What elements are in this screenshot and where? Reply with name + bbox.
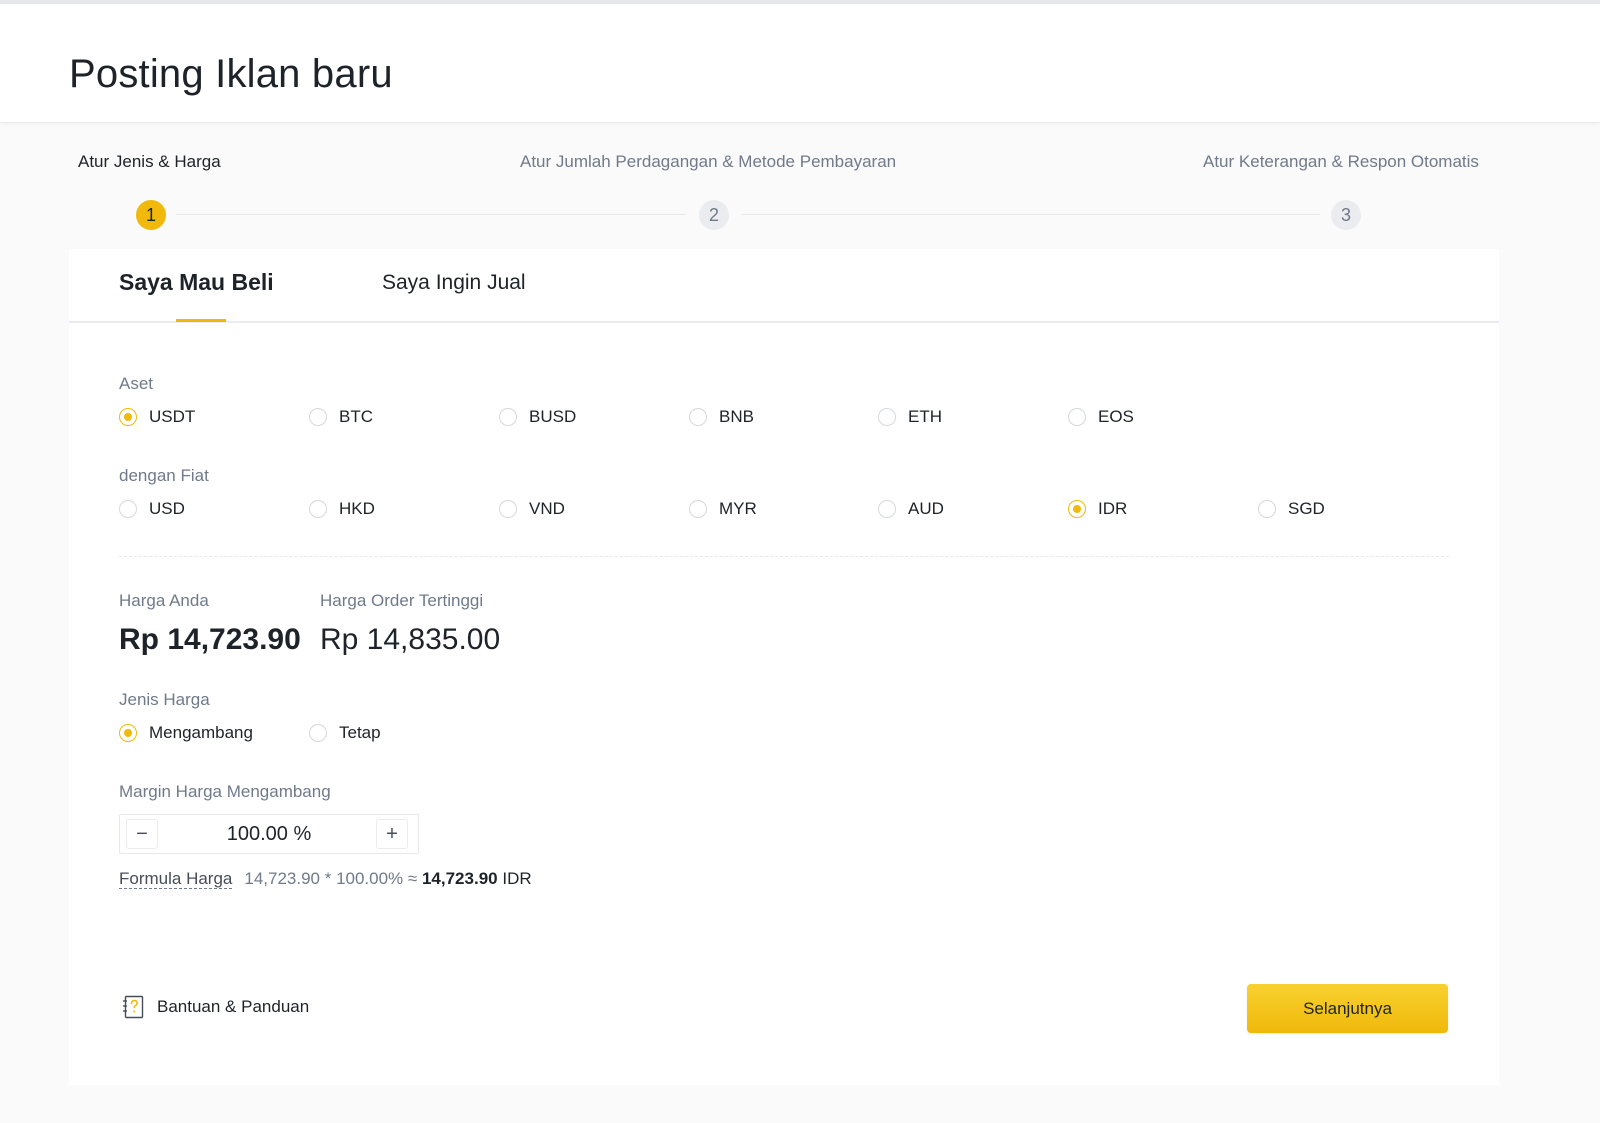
- radio-selected-icon: [119, 408, 137, 426]
- help-guide-link[interactable]: Bantuan & Panduan: [121, 994, 309, 1020]
- fiat-option-myr[interactable]: MYR: [689, 499, 757, 519]
- asset-option-eth[interactable]: ETH: [878, 407, 942, 427]
- plus-icon: +: [386, 822, 398, 845]
- asset-option-label: USDT: [149, 407, 196, 426]
- formula-currency: IDR: [502, 869, 532, 888]
- margin-input[interactable]: 100.00 %: [160, 823, 378, 846]
- asset-option-label: ETH: [908, 407, 942, 426]
- price-type-option-label: Tetap: [339, 723, 381, 742]
- price-type-option-label: Mengambang: [149, 723, 253, 742]
- radio-icon: [309, 500, 327, 518]
- asset-option-label: BNB: [719, 407, 754, 426]
- margin-label: Margin Harga Mengambang: [119, 782, 331, 801]
- formula-label[interactable]: Formula Harga: [119, 869, 233, 889]
- help-guide-label: Bantuan & Panduan: [157, 997, 310, 1016]
- tab-sell[interactable]: Saya Ingin Jual: [382, 271, 526, 295]
- asset-option-label: EOS: [1098, 407, 1134, 426]
- step-connector: [176, 214, 686, 215]
- minus-icon: −: [136, 822, 148, 845]
- radio-icon: [878, 408, 896, 426]
- step-2-indicator: 2: [699, 200, 729, 230]
- asset-option-btc[interactable]: BTC: [309, 407, 373, 427]
- radio-selected-icon: [119, 724, 137, 742]
- fiat-option-idr[interactable]: IDR: [1068, 499, 1127, 519]
- price-formula: Formula Harga 14,723.90 * 100.00% ≈ 14,72…: [119, 869, 532, 889]
- step-3-indicator: 3: [1331, 200, 1361, 230]
- step-1-label: Atur Jenis & Harga: [78, 152, 221, 171]
- step-connector: [742, 214, 1320, 215]
- fiat-option-vnd[interactable]: VND: [499, 499, 565, 519]
- increase-button[interactable]: +: [376, 819, 408, 849]
- highest-price-label: Harga Order Tertinggi: [320, 591, 484, 610]
- price-type-label: Jenis Harga: [119, 690, 210, 709]
- radio-icon: [1068, 408, 1086, 426]
- fiat-option-hkd[interactable]: HKD: [309, 499, 375, 519]
- radio-icon: [499, 500, 517, 518]
- margin-stepper: − 100.00 % +: [119, 814, 419, 854]
- fiat-option-label: HKD: [339, 499, 375, 518]
- asset-option-busd[interactable]: BUSD: [499, 407, 576, 427]
- radio-icon: [1258, 500, 1276, 518]
- next-button[interactable]: Selanjutnya: [1247, 984, 1448, 1033]
- decrease-button[interactable]: −: [126, 819, 158, 849]
- fiat-option-sgd[interactable]: SGD: [1258, 499, 1325, 519]
- radio-icon: [878, 500, 896, 518]
- fiat-option-aud[interactable]: AUD: [878, 499, 944, 519]
- radio-icon: [689, 408, 707, 426]
- highest-price-value: Rp 14,835.00: [320, 623, 501, 656]
- active-tab-indicator: [176, 319, 226, 322]
- fiat-label: dengan Fiat: [119, 466, 209, 485]
- radio-selected-icon: [1068, 500, 1086, 518]
- fiat-option-usd[interactable]: USD: [119, 499, 185, 519]
- asset-label: Aset: [119, 374, 154, 393]
- price-type-floating[interactable]: Mengambang: [119, 723, 253, 743]
- radio-icon: [499, 408, 517, 426]
- step-3-label: Atur Keterangan & Respon Otomatis: [1203, 152, 1479, 171]
- radio-icon: [119, 500, 137, 518]
- tab-buy[interactable]: Saya Mau Beli: [119, 269, 274, 296]
- page-header: Posting Iklan baru: [0, 4, 1600, 123]
- formula-result: 14,723.90: [421, 869, 498, 888]
- asset-option-label: BTC: [339, 407, 373, 426]
- fiat-option-label: USD: [149, 499, 185, 518]
- asset-option-bnb[interactable]: BNB: [689, 407, 754, 427]
- fiat-option-label: SGD: [1288, 499, 1325, 518]
- fiat-option-label: IDR: [1098, 499, 1128, 518]
- step-1-indicator: 1: [136, 200, 166, 230]
- fiat-option-label: AUD: [908, 499, 944, 518]
- fiat-option-label: VND: [529, 499, 565, 518]
- page-title: Posting Iklan baru: [69, 52, 393, 96]
- your-price-value: Rp 14,723.90: [119, 623, 301, 656]
- ad-form-card: Saya Mau Beli Saya Ingin Jual Aset USDT …: [69, 249, 1499, 1085]
- radio-icon: [309, 724, 327, 742]
- help-guide-icon: [123, 995, 144, 1019]
- price-type-fixed[interactable]: Tetap: [309, 723, 381, 743]
- fiat-option-label: MYR: [719, 499, 757, 518]
- section-divider: [119, 556, 1449, 557]
- formula-expression: 14,723.90 * 100.00% ≈: [244, 869, 418, 888]
- your-price-label: Harga Anda: [119, 591, 209, 610]
- step-2-label: Atur Jumlah Perdagangan & Metode Pembaya…: [520, 152, 897, 171]
- radio-icon: [689, 500, 707, 518]
- asset-option-eos[interactable]: EOS: [1068, 407, 1134, 427]
- asset-option-label: BUSD: [529, 407, 577, 426]
- trade-side-tabs: Saya Mau Beli Saya Ingin Jual: [69, 249, 1499, 323]
- radio-icon: [309, 408, 327, 426]
- asset-option-usdt[interactable]: USDT: [119, 407, 195, 427]
